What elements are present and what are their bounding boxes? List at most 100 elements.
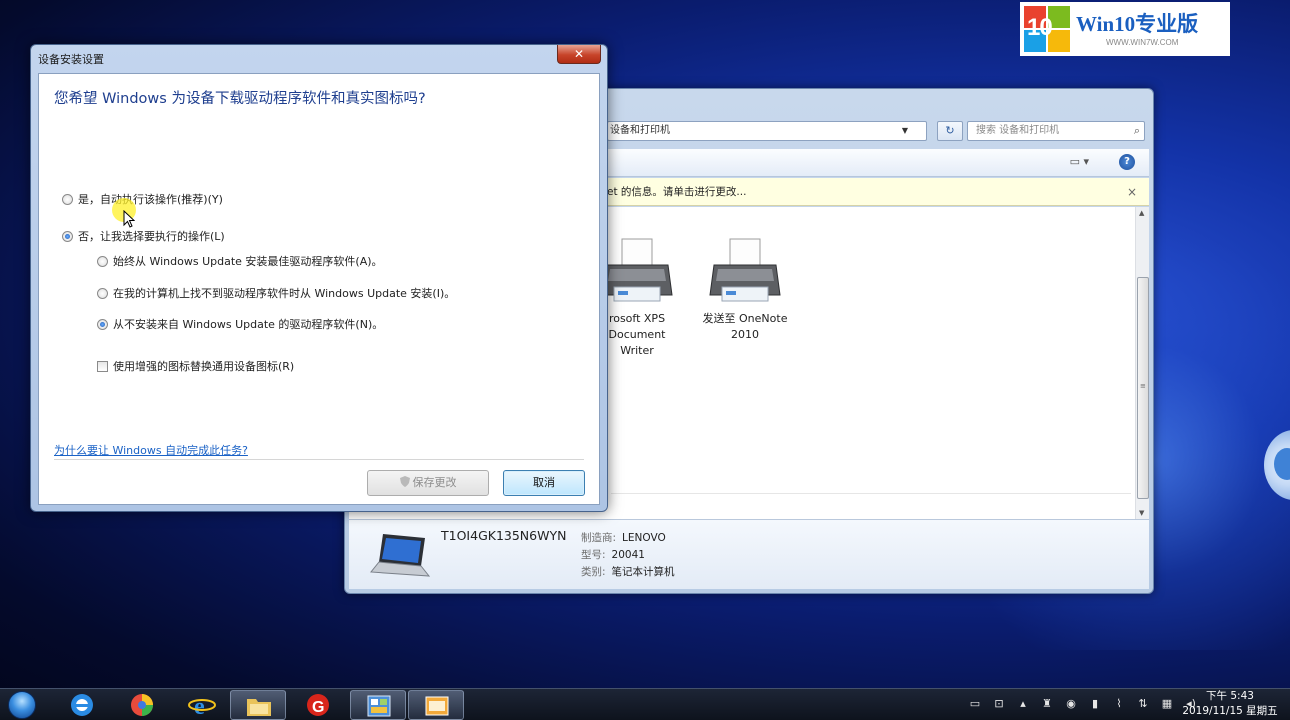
scroll-thumb[interactable]: ≡ — [1137, 277, 1149, 499]
clock[interactable]: 下午 5:43 2019/11/15 星期五 — [1178, 689, 1282, 719]
taskbar-dialog[interactable] — [408, 690, 464, 720]
detail-manufacturer: 制造商: LENOVO — [581, 530, 666, 545]
dialog-heading: 您希望 Windows 为设备下载驱动程序软件和真实图标吗? — [54, 91, 426, 107]
watermark-logo: 10 Win10专业版 WWW.WIN7W.COM — [1020, 2, 1230, 56]
help-link[interactable]: 为什么要让 Windows 自动完成此任务? — [54, 442, 248, 458]
option-if-not-found[interactable]: 在我的计算机上找不到驱动程序软件时从 Windows Update 安装(I)。 — [97, 285, 455, 301]
scroll-up-icon[interactable]: ▲ — [1139, 209, 1144, 217]
keyboard-icon[interactable]: ▭ — [968, 697, 982, 713]
system-tray: ▭ ⊡ ▴ ♜ ◉ ▮ ⌇ ⇅ ▦ ◂) — [968, 697, 1198, 713]
svg-text:G: G — [312, 699, 324, 716]
win10-logo-icon: 10 — [1024, 6, 1070, 52]
help-icon[interactable]: ? — [1119, 154, 1135, 170]
info-bar-close-icon[interactable]: × — [1127, 178, 1137, 206]
battery-icon[interactable]: ▮ — [1088, 697, 1102, 713]
dialog-body: 您希望 Windows 为设备下载驱动程序软件和真实图标吗? 是，自动执行该操作… — [38, 73, 600, 505]
device-onenote[interactable]: 发送至 OneNote 2010 — [695, 237, 795, 343]
option-never-label: 从不安装来自 Windows Update 的驱动程序软件(N)。 — [113, 318, 384, 331]
taskbar: e G ▭ ⊡ ▴ ♜ ◉ ▮ ⌇ ⇅ ▦ ◂) 下午 5:43 2019/11… — [0, 688, 1290, 720]
network-icon[interactable]: ▦ — [1160, 697, 1174, 713]
temperature-icon[interactable]: ⌇ — [1112, 697, 1126, 713]
taskbar-ie[interactable]: e — [174, 690, 230, 720]
mouse-cursor-icon — [123, 210, 135, 228]
category-label: 类别: — [581, 566, 606, 578]
watermark-title: Win10专业版 — [1076, 11, 1199, 36]
control-panel-icon — [367, 695, 391, 717]
device-installation-settings-dialog[interactable]: 设备安装设置 ✕ 您希望 Windows 为设备下载驱动程序软件和真实图标吗? … — [30, 44, 608, 512]
detail-category: 类别: 笔记本计算机 — [581, 564, 675, 579]
model-value: 20041 — [611, 549, 645, 561]
detail-model: 型号: 20041 — [581, 547, 645, 562]
option-always[interactable]: 始终从 Windows Update 安装最佳驱动程序软件(A)。 — [97, 253, 383, 269]
svg-text:e: e — [194, 694, 205, 718]
taskbar-ie-pinned[interactable] — [54, 690, 110, 720]
option-replace-icons-label: 使用增强的图标替换通用设备图标(R) — [113, 360, 295, 373]
option-no-label: 否，让我选择要执行的操作(L) — [78, 230, 225, 243]
radio-yes[interactable] — [62, 193, 73, 205]
browser-tray-icon[interactable]: ◉ — [1064, 697, 1078, 713]
vertical-scrollbar[interactable]: ▲ ≡ ▼ — [1135, 207, 1149, 519]
clock-date: 2019/11/15 星期五 — [1182, 705, 1278, 717]
taskbar-app-red[interactable]: G — [290, 690, 346, 720]
radio-never[interactable] — [97, 318, 108, 330]
option-never[interactable]: 从不安装来自 Windows Update 的驱动程序软件(N)。 — [97, 316, 383, 332]
taskbar-explorer[interactable] — [230, 690, 286, 720]
device-label-line1: 发送至 OneNote — [702, 312, 788, 325]
taskbar-control-panel[interactable] — [350, 690, 406, 720]
speed-icon[interactable]: ⇅ — [1136, 697, 1150, 713]
option-replace-icons[interactable]: 使用增强的图标替换通用设备图标(R) — [97, 358, 294, 374]
category-value: 笔记本计算机 — [611, 566, 675, 578]
address-text: 设备和打印机 — [610, 125, 670, 136]
option-yes-label: 是，自动执行该操作(推荐)(Y) — [78, 193, 223, 206]
security-app-icon[interactable]: ♜ — [1040, 697, 1054, 713]
save-changes-button[interactable]: 保存更改 — [367, 470, 489, 496]
dialog-title: 设备安装设置 — [38, 53, 104, 66]
device-installer-icon — [425, 696, 449, 716]
cancel-button[interactable]: 取消 — [503, 470, 585, 496]
address-bar[interactable]: 设备和打印机 ▼ — [607, 121, 927, 141]
option-if-not-found-label: 在我的计算机上找不到驱动程序软件时从 Windows Update 安装(I)。 — [113, 287, 456, 300]
watermark-logo-number: 10 — [1027, 14, 1053, 41]
option-no[interactable]: 否，让我选择要执行的操作(L) — [62, 228, 225, 244]
clock-time: 下午 5:43 — [1206, 690, 1254, 702]
close-button[interactable]: ✕ — [557, 45, 601, 64]
search-placeholder: 搜索 设备和打印机 — [976, 125, 1060, 136]
device-label-line2: 2010 — [731, 328, 759, 341]
address-dropdown-icon[interactable]: ▼ — [902, 122, 908, 140]
checkbox-replace-icons[interactable] — [97, 360, 108, 372]
search-input[interactable]: 搜索 设备和打印机 ⌕ — [967, 121, 1145, 141]
option-always-label: 始终从 Windows Update 安装最佳驱动程序软件(A)。 — [113, 255, 383, 268]
watermark-url: WWW.WIN7W.COM — [1106, 37, 1179, 47]
search-icon[interactable]: ⌕ — [1134, 122, 1140, 140]
view-options-icon[interactable]: ▭ ▾ — [1070, 155, 1089, 168]
ie-icon — [71, 694, 93, 716]
show-hidden-icons[interactable]: ▴ — [1016, 697, 1030, 713]
printer-icon — [601, 238, 673, 302]
details-pane: T1OI4GK135N6WYN 制造商: LENOVO 型号: 20041 类别: 笔… — [349, 519, 1149, 589]
model-label: 型号: — [581, 549, 606, 561]
taskbar-browser[interactable] — [114, 690, 170, 720]
browser-icon — [131, 694, 153, 716]
network-status-icon[interactable]: ⊡ — [992, 697, 1006, 713]
radio-always[interactable] — [97, 255, 108, 267]
manufacturer-label: 制造商: — [581, 532, 617, 544]
printer-icon — [709, 238, 781, 302]
manufacturer-value: LENOVO — [622, 532, 666, 544]
scroll-down-icon[interactable]: ▼ — [1139, 509, 1144, 517]
start-button[interactable] — [2, 689, 42, 720]
section-divider — [611, 493, 1131, 494]
info-bar-text: et 的信息。请单击进行更改... — [607, 186, 747, 198]
dialog-divider — [54, 459, 584, 460]
radio-if-not-found[interactable] — [97, 287, 108, 299]
app-red-icon: G — [307, 694, 329, 716]
folder-icon — [247, 699, 271, 716]
uac-shield-icon — [399, 476, 410, 487]
option-yes[interactable]: 是，自动执行该操作(推荐)(Y) — [62, 191, 223, 207]
internet-explorer-icon: e — [188, 694, 216, 718]
laptop-icon — [370, 534, 431, 577]
windows-orb-icon — [8, 691, 36, 719]
radio-no[interactable] — [62, 230, 73, 242]
refresh-button[interactable]: ↻ — [937, 121, 963, 141]
save-changes-label: 保存更改 — [412, 476, 457, 489]
device-name: T1OI4GK135N6WYN — [441, 528, 567, 543]
